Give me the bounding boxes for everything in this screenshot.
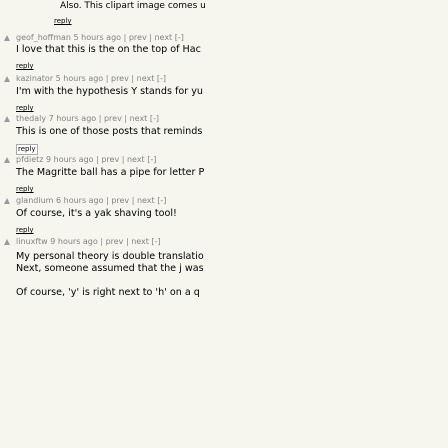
comment-nav[interactable]: | prev | next [-]: [106, 196, 166, 205]
comment-age[interactable]: 9 hours ago: [50, 237, 98, 246]
comment-author-link[interactable]: geof_hoffman: [16, 33, 71, 42]
comment-text: Of course, 'y' is right next to 'h' on a…: [16, 287, 200, 298]
comment-meta: geof_hoffman 5 hours ago | prev | next […: [16, 33, 184, 43]
comment-text: Also. This clipart image comes u: [60, 1, 206, 11]
comment-nav[interactable]: | prev | next [-]: [106, 74, 166, 83]
comment-nav[interactable]: | prev | next [-]: [99, 114, 159, 123]
comment-nav[interactable]: | prev | next [-]: [96, 155, 156, 164]
comment-text: This is one of those posts that reminds: [16, 126, 203, 137]
upvote-icon[interactable]: [4, 157, 10, 163]
upvote-icon[interactable]: [4, 116, 10, 122]
comment-age[interactable]: 5 hours ago: [56, 74, 104, 83]
comment-text: I love that this is the on the top of Ha…: [16, 44, 201, 55]
comment-nav[interactable]: | prev | next [-]: [124, 33, 184, 42]
reply-link[interactable]: reply: [16, 144, 38, 155]
comment-age[interactable]: 7 hours ago: [49, 114, 97, 123]
reply-link[interactable]: reply: [54, 17, 72, 26]
comment-meta: kazinator 5 hours ago | prev | next [-]: [16, 74, 166, 84]
comment-author-link[interactable]: pfdietz: [16, 155, 43, 164]
reply-link[interactable]: reply: [16, 62, 34, 71]
comment-meta: thedaly 7 hours ago | prev | next [-]: [16, 114, 159, 124]
comment-nav[interactable]: | prev | next [-]: [100, 237, 160, 246]
comment-text: The Magritte ball has a pipe for letter …: [16, 167, 205, 178]
comment-meta: linuxftw 9 hours ago | prev | next [-]: [16, 237, 161, 247]
comment-thread: Also. This clipart image comes u reply g…: [0, 0, 448, 448]
comment-text: I'm with the hypothesis Y stands for yu: [16, 86, 203, 97]
comment-text: Next, someone assumed that the j was: [16, 263, 204, 274]
comment-author-link[interactable]: kazinator: [16, 74, 53, 83]
upvote-icon[interactable]: [4, 239, 10, 245]
reply-link[interactable]: reply: [16, 185, 34, 194]
comment-text: Of course, it's a yak shaving tool!: [16, 208, 177, 219]
comment-text: My personal theory is double translatio: [16, 251, 204, 262]
comment-age[interactable]: 6 hours ago: [56, 196, 104, 205]
comment-meta: pfdietz 9 hours ago | prev | next [-]: [16, 155, 156, 165]
comment-age[interactable]: 5 hours ago: [74, 33, 122, 42]
comment-author-link[interactable]: thedaly: [16, 114, 46, 123]
reply-link[interactable]: reply: [16, 226, 34, 235]
comment-author-link[interactable]: linuxftw: [16, 237, 48, 246]
upvote-icon[interactable]: [4, 35, 10, 41]
comment-age[interactable]: 9 hours ago: [46, 155, 94, 164]
upvote-icon[interactable]: [4, 76, 10, 82]
comment-author-link[interactable]: glandium: [16, 196, 53, 205]
reply-link[interactable]: reply: [16, 104, 34, 113]
comment-meta: glandium 6 hours ago | prev | next [-]: [16, 196, 166, 206]
upvote-icon[interactable]: [4, 198, 10, 204]
